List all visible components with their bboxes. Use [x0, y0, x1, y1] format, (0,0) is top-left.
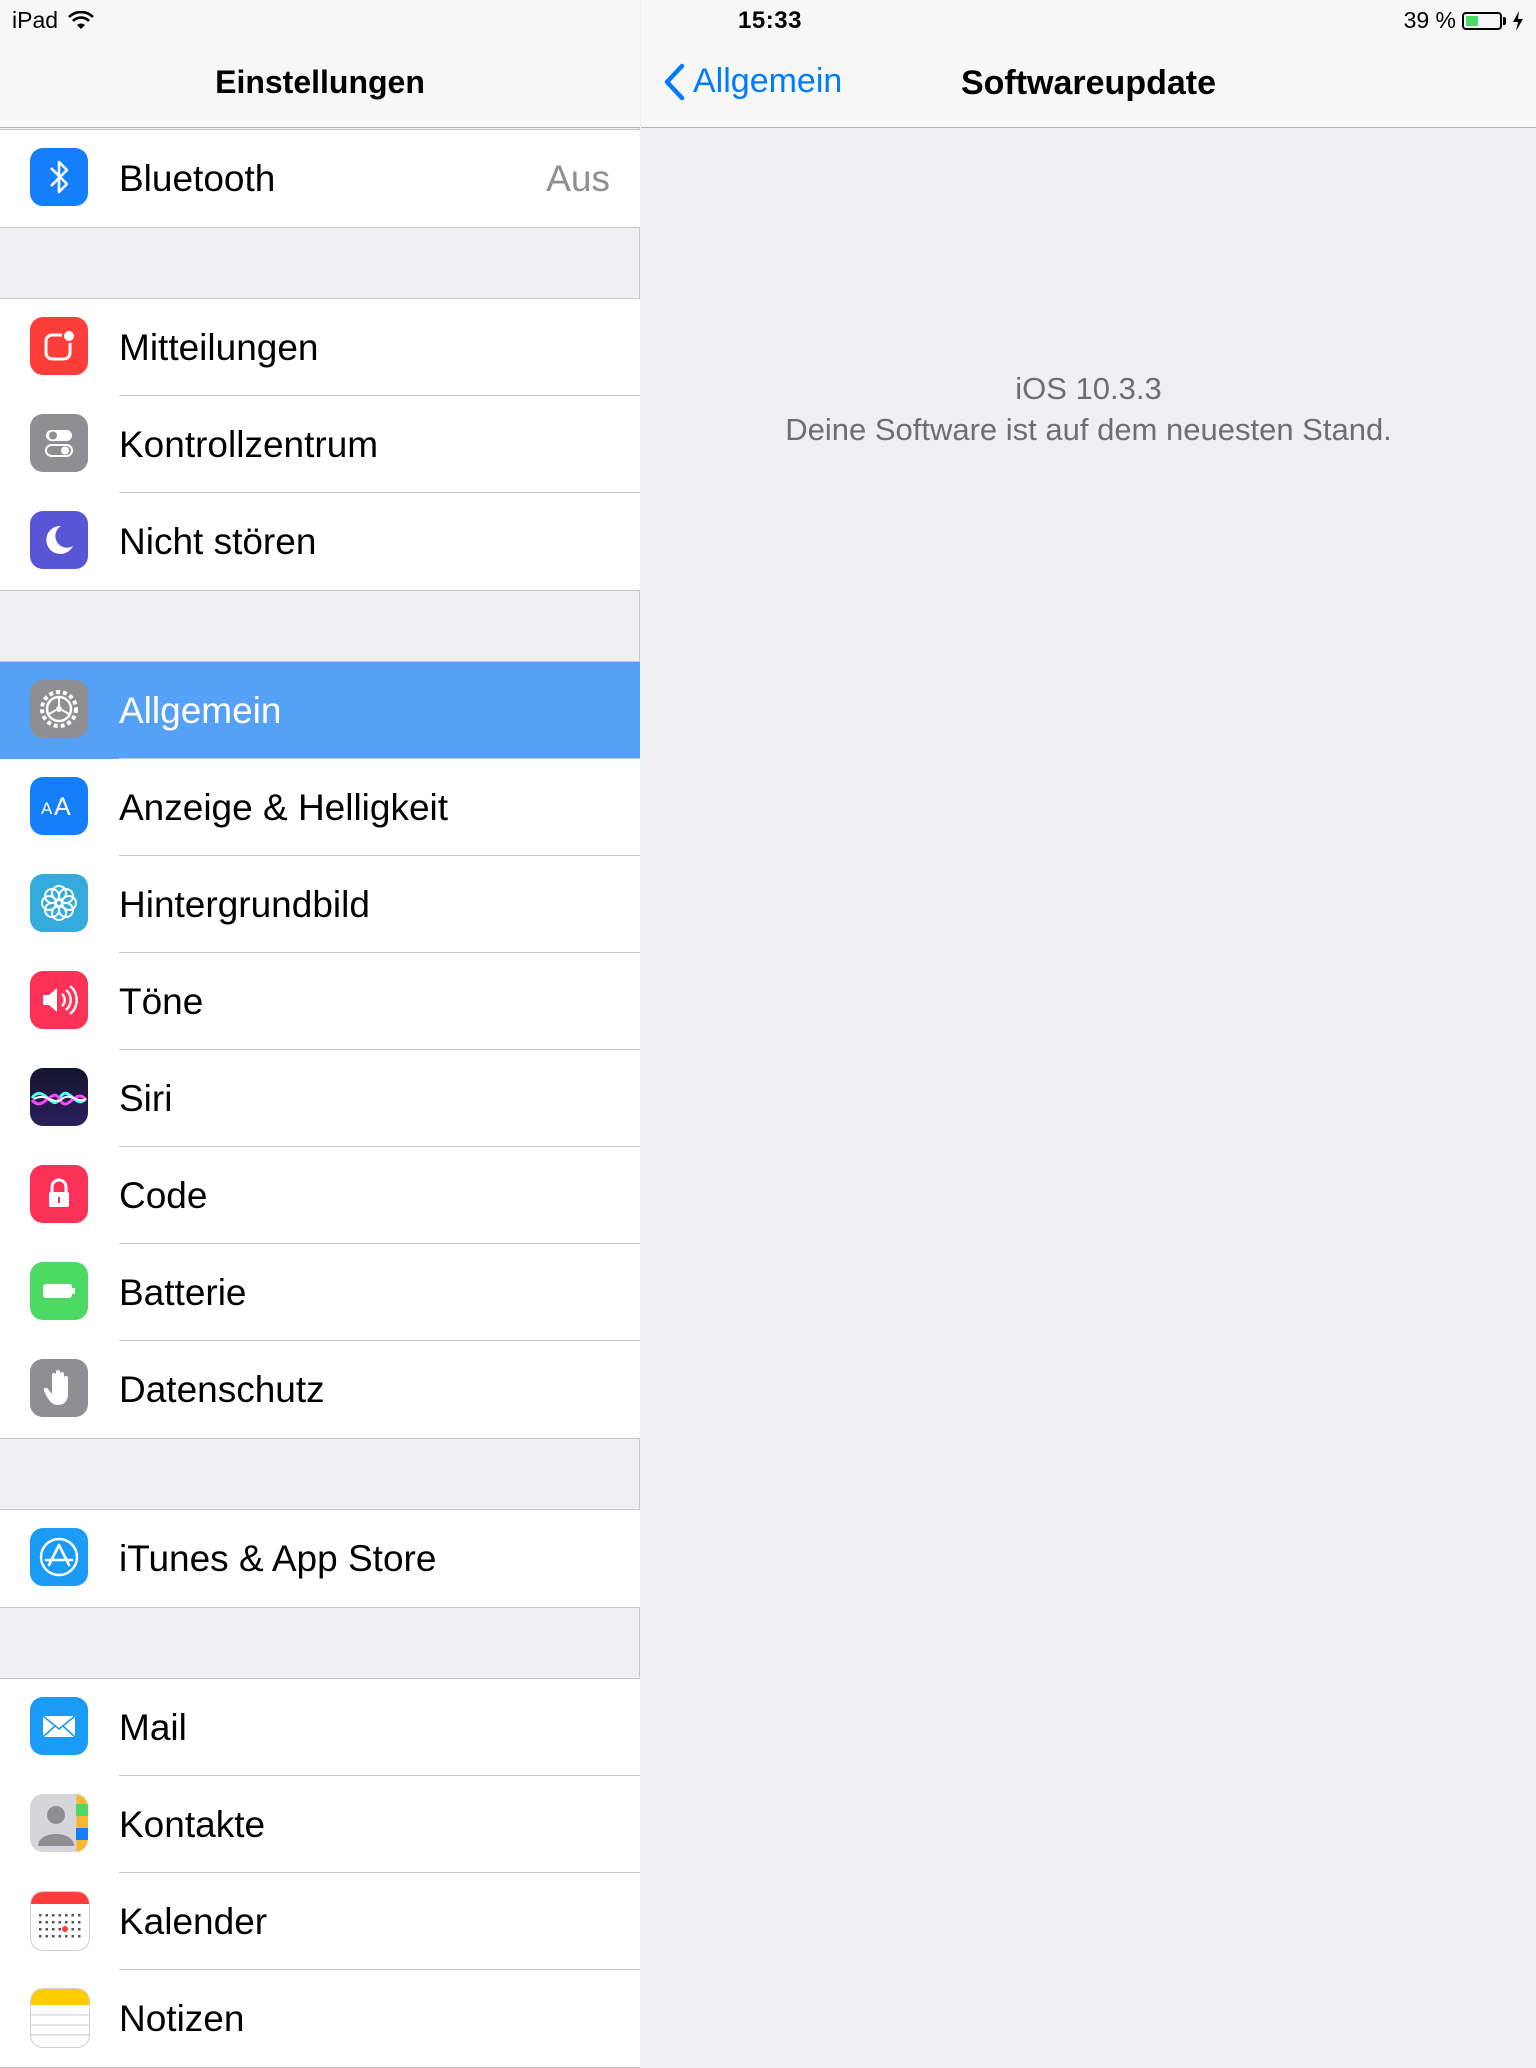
settings-row-mail[interactable]: Mail [0, 1679, 640, 1776]
settings-row-mitteilungen[interactable]: Mitteilungen [0, 299, 640, 396]
settings-group: Mail Kontakte Kalender Notizen [0, 1678, 640, 2068]
settings-row-notizen[interactable]: Notizen [0, 1970, 640, 2067]
settings-row-datenschutz[interactable]: Datenschutz [0, 1341, 640, 1438]
mail-icon [30, 1697, 88, 1755]
status-time: 15:33 [738, 7, 802, 34]
settings-row-label: Nicht stören [119, 521, 317, 562]
settings-row-allgemein[interactable]: Allgemein [0, 662, 640, 759]
settings-list[interactable]: Bluetooth Aus Mitteilungen Kontrollzentrum N… [0, 129, 640, 2068]
settings-row-kontakte[interactable]: Kontakte [0, 1776, 640, 1873]
control-center-icon [30, 414, 88, 472]
battery-tip [1503, 16, 1506, 25]
siri-icon [30, 1068, 88, 1126]
battery-fill [1466, 15, 1478, 26]
settings-row-label: Mail [119, 1707, 187, 1748]
settings-row-value: Aus [546, 158, 610, 199]
settings-row-label: Mitteilungen [119, 327, 319, 368]
settings-row-batterie[interactable]: Batterie [0, 1244, 640, 1341]
ios-version: iOS 10.3.3 [1015, 371, 1162, 406]
lock-icon [30, 1165, 88, 1223]
settings-row-nicht-stören[interactable]: Nicht stören [0, 493, 640, 590]
settings-group: Bluetooth Aus [0, 129, 640, 228]
settings-row-label: iTunes & App Store [119, 1538, 437, 1579]
settings-row-label: Siri [119, 1078, 173, 1119]
settings-group: iTunes & App Store [0, 1509, 640, 1608]
settings-sidebar: Einstellungen Bluetooth Aus Mitteilungen Ko… [0, 0, 640, 2068]
battery-icon [30, 1262, 88, 1320]
settings-group: Mitteilungen Kontrollzentrum Nicht stören [0, 298, 640, 591]
status-right: 39 % [1404, 7, 1524, 34]
settings-row-anzeige-helligkeit[interactable]: A A Anzeige & Helligkeit [0, 759, 640, 856]
settings-row-label: Code [119, 1175, 208, 1216]
svg-text:A: A [54, 793, 71, 821]
settings-row-label: Kontakte [119, 1804, 266, 1845]
settings-row-kontrollzentrum[interactable]: Kontrollzentrum [0, 396, 640, 493]
contacts-icon [30, 1794, 88, 1852]
settings-title: Einstellungen [215, 64, 425, 100]
update-status: Deine Software ist auf dem neuesten Stan… [785, 412, 1392, 447]
battery-percent: 39 % [1403, 7, 1456, 33]
gear-icon [30, 680, 88, 738]
status-bar: iPad 15:33 39 % [0, 0, 1536, 40]
update-info: iOS 10.3.3 Deine Software ist auf dem ne… [641, 368, 1536, 450]
bluetooth-icon [30, 148, 88, 206]
settings-row-label: Anzeige & Helligkeit [119, 787, 449, 828]
settings-row-label: Allgemein [119, 690, 282, 731]
detail-pane: Allgemein Softwareupdate iOS 10.3.3 Dein… [641, 0, 1536, 2048]
settings-row-label: Batterie [119, 1272, 247, 1313]
moon-icon [30, 511, 88, 569]
settings-row-bluetooth[interactable]: Bluetooth Aus [0, 130, 640, 227]
settings-row-kalender[interactable]: Kalender [0, 1873, 640, 1970]
settings-row-label: Töne [119, 981, 204, 1022]
settings-row-itunes-app-store[interactable]: iTunes & App Store [0, 1510, 640, 1607]
settings-row-label: Hintergrundbild [119, 884, 370, 925]
settings-row-label: Kalender [119, 1901, 268, 1942]
settings-row-hintergrundbild[interactable]: Hintergrundbild [0, 856, 640, 953]
settings-row-code[interactable]: Code [0, 1147, 640, 1244]
display-brightness-icon: AA [30, 777, 88, 835]
settings-row-label: Datenschutz [119, 1369, 325, 1410]
notes-icon [30, 1988, 90, 2048]
wallpaper-flower-icon [30, 874, 88, 932]
settings-row-label: Bluetooth [119, 158, 276, 199]
speaker-icon [30, 971, 88, 1029]
battery-indicator-icon [1462, 11, 1502, 30]
app-store-icon [30, 1528, 88, 1586]
detail-title: Softwareupdate [960, 64, 1217, 102]
settings-row-töne[interactable]: Töne [0, 953, 640, 1050]
charging-bolt-icon [1513, 10, 1523, 31]
calendar-icon [30, 1891, 90, 1951]
hand-icon [30, 1359, 88, 1417]
svg-text:A: A [41, 799, 53, 818]
settings-row-label: Kontrollzentrum [119, 424, 379, 465]
settings-row-label: Notizen [119, 1998, 245, 2039]
settings-row-siri[interactable]: Siri [0, 1050, 640, 1147]
notifications-icon [30, 317, 88, 375]
settings-group: Allgemein A A Anzeige & Helligkeit Hintergru… [0, 661, 640, 1439]
